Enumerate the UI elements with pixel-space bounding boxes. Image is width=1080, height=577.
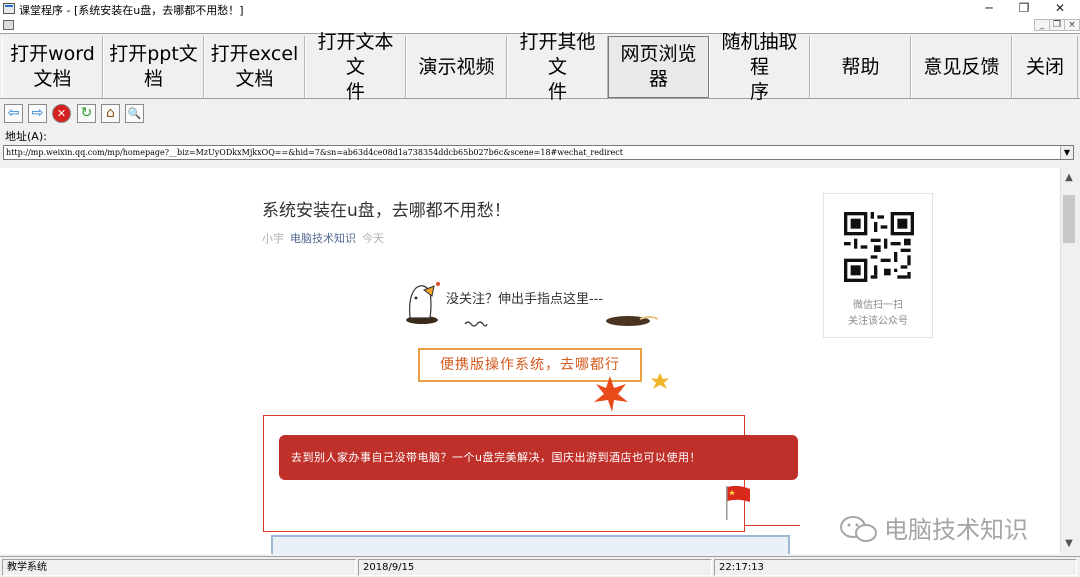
- leaf-icon: [651, 373, 669, 389]
- wechat-icon: [840, 516, 877, 542]
- close-button[interactable]: 关闭: [1012, 36, 1078, 98]
- close-window-button[interactable]: ✕: [1043, 0, 1077, 18]
- status-app: 教学系统: [2, 559, 356, 576]
- open-ppt-button[interactable]: 打开ppt文档: [103, 36, 204, 98]
- intro-banner: 去到别人家办事自己没带电脑？一个u盘完美解决，国庆出游到酒店也可以使用！: [279, 435, 798, 480]
- author: 小宇: [262, 232, 284, 245]
- scroll-down-icon[interactable]: ▼: [1061, 536, 1077, 552]
- mdi-restore-button[interactable]: ❐: [1049, 19, 1065, 31]
- watermark-text: 电脑技术知识: [884, 516, 1028, 544]
- publish-date: 今天: [362, 232, 384, 245]
- open-text-button[interactable]: 打开文本文件: [305, 31, 406, 103]
- nav-toolbar: ⇦ ⇨ ✕ ↻ ⌂ 🔍: [0, 100, 1080, 128]
- web-browser-button[interactable]: 网页浏览器: [608, 36, 709, 98]
- feedback-button[interactable]: 意见反馈: [911, 36, 1012, 98]
- status-time: 22:17:13: [714, 559, 1077, 576]
- minimize-button[interactable]: ─: [972, 0, 1006, 18]
- follow-text[interactable]: 没关注？伸出手指点这里---: [446, 288, 603, 307]
- main-toolbar: 打开word 文档 打开ppt文档 打开excel 文档 打开文本文件 演示视频 打…: [0, 31, 1080, 103]
- frame-line: [745, 525, 800, 526]
- image-placeholder: [271, 535, 790, 554]
- stop-icon[interactable]: ✕: [52, 104, 71, 123]
- status-date: 2018/9/15: [358, 559, 712, 576]
- vertical-scrollbar[interactable]: ▲ ▼: [1060, 168, 1077, 554]
- open-excel-button[interactable]: 打开excel 文档: [204, 36, 305, 98]
- flag-icon: [726, 485, 750, 520]
- mdi-minimize-button[interactable]: _: [1034, 19, 1050, 31]
- chevron-down-icon[interactable]: ▼: [1060, 146, 1073, 159]
- window-title: 课堂程序 - [系统安装在u盘，去哪都不用愁！]: [19, 4, 244, 17]
- app-icon: [3, 3, 15, 14]
- address-input[interactable]: http://mp.weixin.qq.com/mp/homepage?__bi…: [3, 145, 1074, 160]
- qr-caption-1: 微信扫一扫: [853, 300, 903, 311]
- address-label: 地址(A):: [5, 130, 47, 143]
- title-bar: 课堂程序 - [系统安装在u盘，去哪都不用愁！] ─ ❐ ✕: [0, 0, 1080, 18]
- article-title: 系统安装在u盘，去哪都不用愁！: [262, 201, 511, 221]
- account-link[interactable]: 电脑技术知识: [290, 232, 356, 245]
- qr-caption-2: 关注该公众号: [848, 316, 908, 327]
- scroll-up-icon[interactable]: ▲: [1061, 170, 1077, 186]
- maximize-button[interactable]: ❐: [1007, 0, 1041, 18]
- random-pick-button[interactable]: 随机抽取程序: [709, 31, 810, 103]
- refresh-icon[interactable]: ↻: [77, 104, 96, 123]
- cat-mascot-icon: [406, 282, 440, 324]
- squiggle-icon: [464, 321, 488, 327]
- hole-icon: [606, 316, 659, 326]
- article-meta: 小宇 电脑技术知识 今天: [262, 230, 384, 246]
- qr-card: 微信扫一扫 关注该公众号: [823, 193, 933, 338]
- home-icon[interactable]: ⌂: [101, 104, 120, 123]
- open-word-button[interactable]: 打开word 文档: [2, 36, 103, 98]
- address-value: http://mp.weixin.qq.com/mp/homepage?__bi…: [6, 148, 623, 157]
- open-other-button[interactable]: 打开其他文件: [507, 31, 608, 103]
- help-button[interactable]: 帮助: [810, 36, 911, 98]
- qr-code-icon: [844, 212, 914, 282]
- forward-icon[interactable]: ⇨: [28, 104, 47, 123]
- status-bar: 教学系统 2018/9/15 22:17:13: [0, 556, 1080, 577]
- back-icon[interactable]: ⇦: [4, 104, 23, 123]
- web-viewport[interactable]: 系统安装在u盘，去哪都不用愁！ 小宇 电脑技术知识 今天 微信扫一扫 关注该公众号: [0, 168, 1060, 554]
- demo-video-button[interactable]: 演示视频: [406, 36, 507, 98]
- mdi-close-button[interactable]: ×: [1064, 19, 1080, 31]
- document-icon: [3, 20, 14, 30]
- maple-leaf-icon: [594, 376, 628, 412]
- scroll-thumb[interactable]: [1063, 195, 1075, 243]
- search-icon[interactable]: 🔍: [125, 104, 144, 123]
